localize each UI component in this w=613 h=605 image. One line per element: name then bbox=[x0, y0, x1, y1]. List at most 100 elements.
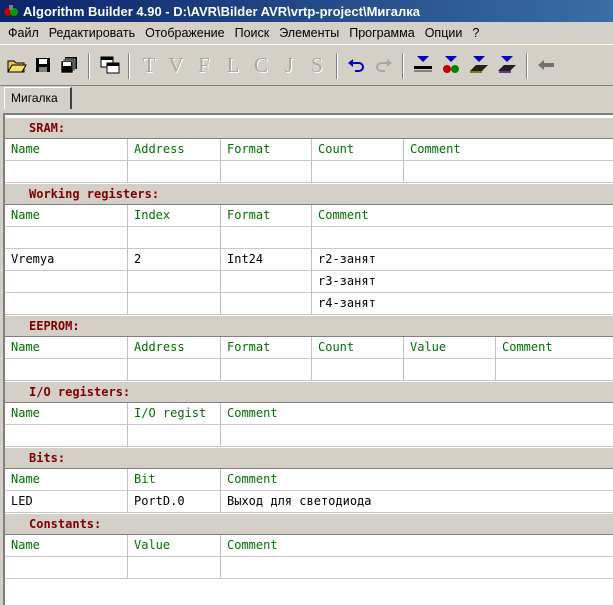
table-cell[interactable] bbox=[221, 293, 312, 314]
toolbar-separator bbox=[402, 53, 404, 79]
column-header: Value bbox=[404, 337, 496, 358]
table-cell[interactable] bbox=[496, 359, 613, 380]
column-header: Index bbox=[128, 205, 221, 226]
open-folder-icon[interactable] bbox=[6, 53, 28, 77]
column-header: Comment bbox=[227, 538, 278, 552]
table-cell[interactable] bbox=[221, 557, 613, 578]
column-header: Name bbox=[5, 469, 128, 490]
undo-icon[interactable] bbox=[344, 53, 368, 77]
run-icon[interactable] bbox=[438, 53, 464, 77]
table-cell[interactable] bbox=[128, 293, 221, 314]
section-eeprom: EEPROM: Name Address Format Count Value … bbox=[5, 315, 613, 381]
table-header-row: Name Index Format Comment bbox=[5, 205, 613, 227]
table-row[interactable] bbox=[5, 425, 613, 447]
table-cell[interactable] bbox=[128, 425, 221, 446]
compile-icon[interactable] bbox=[410, 53, 436, 77]
menu-search[interactable]: Поиск bbox=[230, 26, 275, 40]
table-cell[interactable] bbox=[5, 359, 128, 380]
table-cell[interactable]: LED bbox=[5, 491, 128, 512]
table-cell[interactable] bbox=[128, 271, 221, 292]
tool-letter-c: C bbox=[253, 53, 268, 77]
table-row[interactable] bbox=[5, 557, 613, 579]
table-row[interactable]: r3-занят bbox=[5, 271, 613, 293]
title-bar: Algorithm Builder 4.90 - D:\AVR\Bilder A… bbox=[0, 0, 613, 22]
menu-program[interactable]: Программа bbox=[344, 26, 420, 40]
table-cell[interactable]: r2-занят bbox=[312, 249, 613, 270]
table-row[interactable] bbox=[5, 227, 613, 249]
copy-window-icon[interactable] bbox=[98, 53, 122, 77]
column-header: Comment bbox=[227, 472, 278, 486]
menu-elements[interactable]: Элементы bbox=[274, 26, 344, 40]
column-header: Format bbox=[221, 337, 312, 358]
section-sram: SRAM: Name Address Format Count Comment bbox=[5, 117, 613, 183]
table-cell[interactable] bbox=[221, 271, 312, 292]
table-cell[interactable] bbox=[128, 227, 221, 248]
tab-migalka[interactable]: Мигалка bbox=[4, 87, 72, 109]
table-cell[interactable] bbox=[221, 425, 613, 446]
save-icon[interactable] bbox=[32, 53, 54, 77]
tool-letter-t: T bbox=[142, 53, 156, 77]
column-header: Address bbox=[128, 139, 221, 160]
table-row[interactable]: r4-занят bbox=[5, 293, 613, 315]
menu-edit[interactable]: Редактировать bbox=[44, 26, 140, 40]
table-cell[interactable] bbox=[5, 271, 128, 292]
table-cell[interactable] bbox=[221, 161, 312, 182]
column-header: Comment bbox=[502, 340, 553, 354]
table-cell[interactable]: PortD.0 bbox=[128, 491, 221, 512]
section-constants: Constants: Name Value Comment bbox=[5, 513, 613, 579]
table-header-row: Name Value Comment bbox=[5, 535, 613, 557]
section-title: Constants: bbox=[5, 513, 613, 535]
document-tabs: Мигалка bbox=[0, 85, 613, 111]
column-header: Address bbox=[128, 337, 221, 358]
menu-help[interactable]: ? bbox=[467, 26, 484, 40]
column-header: Name bbox=[5, 403, 128, 424]
toolbar-separator bbox=[336, 53, 338, 79]
section-title: EEPROM: bbox=[5, 315, 613, 337]
menu-file[interactable]: Файл bbox=[0, 26, 44, 40]
table-cell[interactable] bbox=[312, 359, 404, 380]
menu-view[interactable]: Отображение bbox=[140, 26, 229, 40]
table-row[interactable] bbox=[5, 359, 613, 381]
table-header-row: Name Bit Comment bbox=[5, 469, 613, 491]
column-header: I/O regist bbox=[128, 403, 221, 424]
table-cell[interactable] bbox=[312, 161, 404, 182]
table-cell[interactable] bbox=[128, 557, 221, 578]
table-cell[interactable] bbox=[5, 293, 128, 314]
column-header: Value bbox=[128, 535, 221, 556]
tool-letter-f: F bbox=[198, 53, 210, 77]
table-cell[interactable] bbox=[5, 557, 128, 578]
table-row[interactable] bbox=[5, 161, 613, 183]
program-chip-write-icon[interactable] bbox=[494, 53, 520, 77]
table-cell[interactable] bbox=[221, 227, 312, 248]
table-cell[interactable] bbox=[221, 359, 312, 380]
table-cell[interactable] bbox=[404, 359, 496, 380]
table-cell[interactable]: Выход для светодиода bbox=[221, 491, 613, 512]
table-cell[interactable] bbox=[5, 161, 128, 182]
section-working-registers: Working registers: Name Index Format Com… bbox=[5, 183, 613, 315]
toolbar: T V F L C J S bbox=[0, 44, 613, 86]
table-cell[interactable]: Vremya bbox=[5, 249, 128, 270]
table-row[interactable]: Vremya 2 Int24 r2-занят bbox=[5, 249, 613, 271]
table-cell[interactable] bbox=[312, 227, 613, 248]
column-header: Comment bbox=[318, 208, 369, 222]
table-cell[interactable]: 2 bbox=[128, 249, 221, 270]
menu-options[interactable]: Опции bbox=[420, 26, 468, 40]
table-cell[interactable] bbox=[404, 161, 613, 182]
table-cell[interactable]: r4-занят bbox=[312, 293, 613, 314]
table-cell[interactable] bbox=[5, 425, 128, 446]
table-cell[interactable] bbox=[5, 227, 128, 248]
back-arrow-icon[interactable] bbox=[534, 53, 558, 77]
table-cell[interactable] bbox=[128, 161, 221, 182]
table-cell[interactable]: Int24 bbox=[221, 249, 312, 270]
column-header: Name bbox=[5, 205, 128, 226]
table-cell[interactable]: r3-занят bbox=[312, 271, 613, 292]
tool-letter-v: V bbox=[168, 53, 184, 77]
program-chip-icon[interactable] bbox=[466, 53, 492, 77]
save-all-icon[interactable] bbox=[58, 53, 80, 77]
table-cell[interactable] bbox=[128, 359, 221, 380]
data-editor: SRAM: Name Address Format Count Comment … bbox=[3, 113, 613, 605]
column-header: Count bbox=[312, 139, 404, 160]
table-row[interactable]: LED PortD.0 Выход для светодиода bbox=[5, 491, 613, 513]
section-io-registers: I/O registers: Name I/O regist Comment bbox=[5, 381, 613, 447]
column-header: Name bbox=[5, 535, 128, 556]
